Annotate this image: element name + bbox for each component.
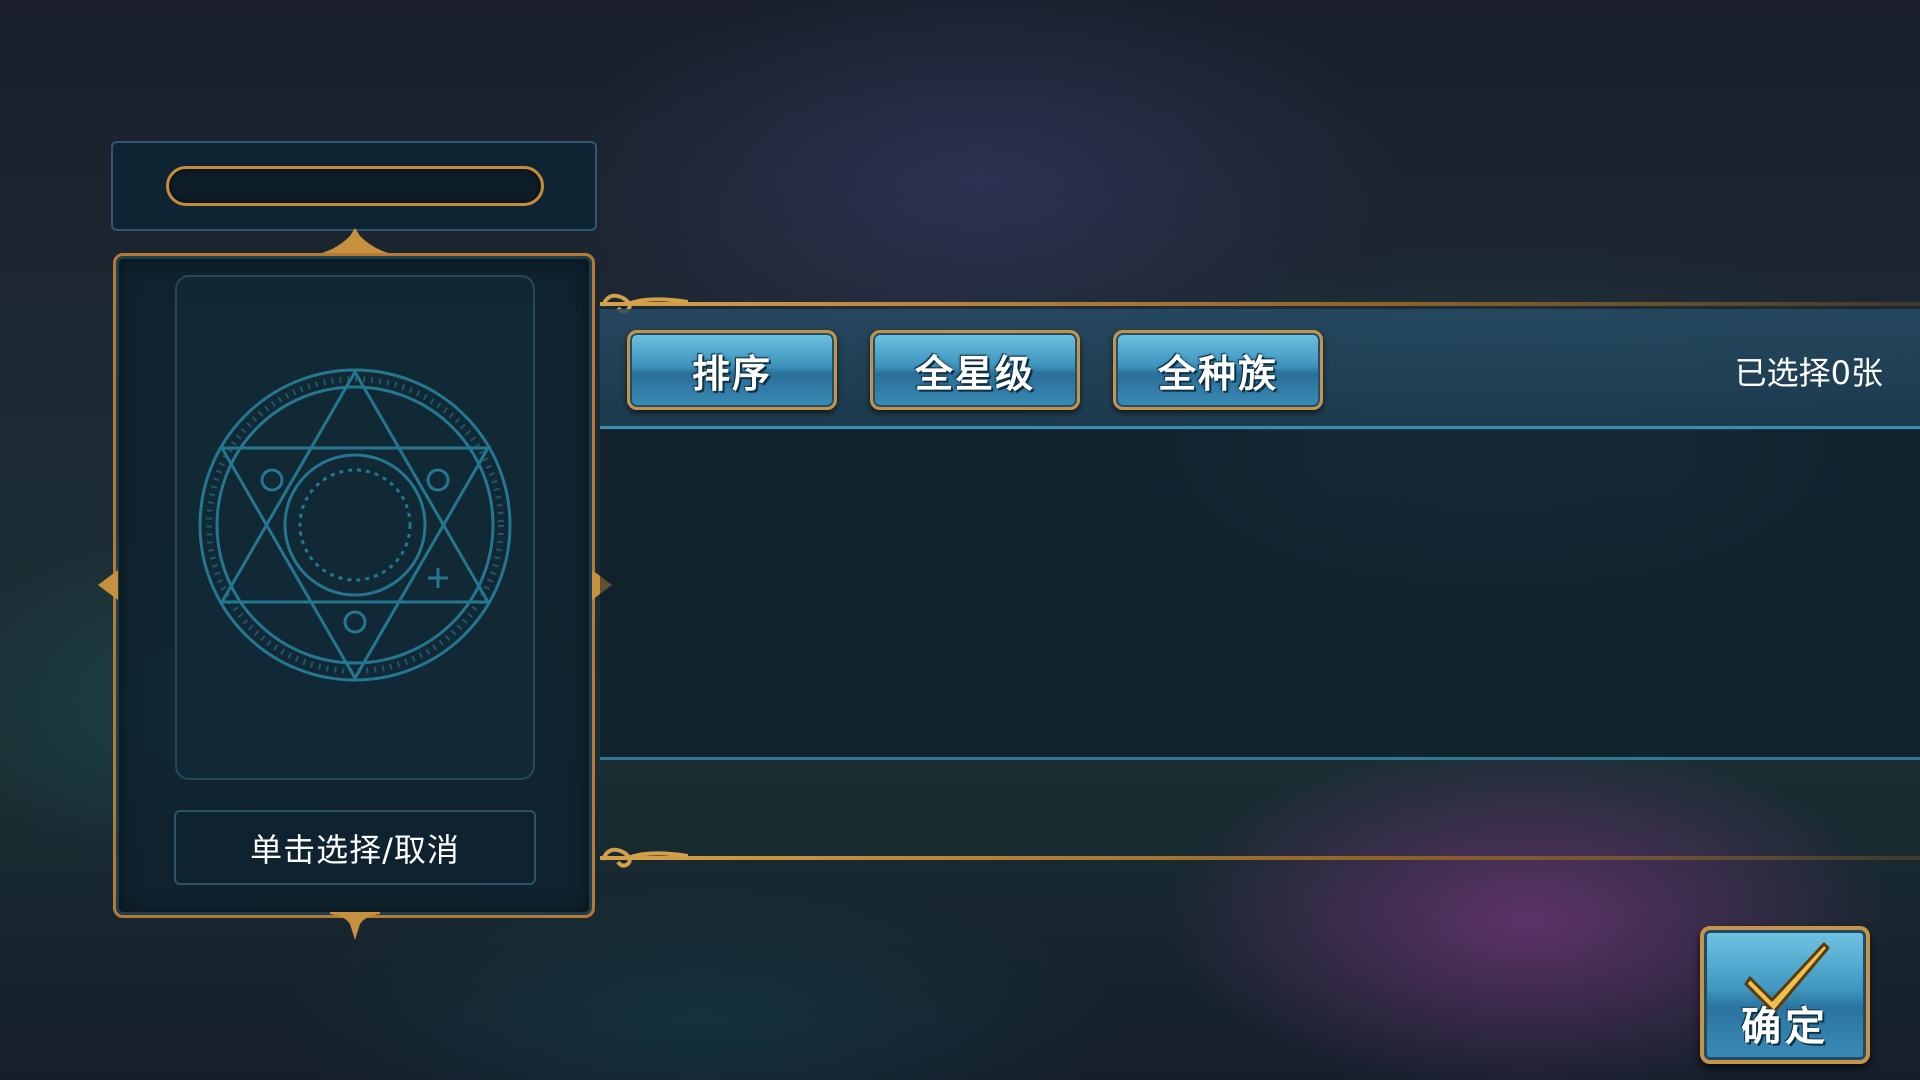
- frame-left-ornament-icon: [98, 570, 118, 600]
- frame-bottom-ornament-icon: [330, 912, 380, 940]
- all-stars-filter-button[interactable]: 全星级: [870, 330, 1080, 410]
- selected-count-label: 已选择0张: [1734, 354, 1883, 392]
- list-bottom-border: [600, 856, 1920, 860]
- all-races-filter-button[interactable]: 全种族: [1113, 330, 1323, 410]
- select-hint-label: 单击选择/取消: [174, 810, 536, 885]
- card-name-field: [166, 166, 544, 206]
- scroll-ornament-bottom-icon: [601, 847, 688, 868]
- magic-circle-icon: [198, 368, 512, 682]
- card-list-area[interactable]: [600, 430, 1920, 760]
- sort-button[interactable]: 排序: [627, 330, 837, 410]
- list-top-border: [600, 302, 1920, 306]
- confirm-label: 确定: [1741, 1004, 1829, 1050]
- confirm-button[interactable]: 确定: [1700, 926, 1870, 1064]
